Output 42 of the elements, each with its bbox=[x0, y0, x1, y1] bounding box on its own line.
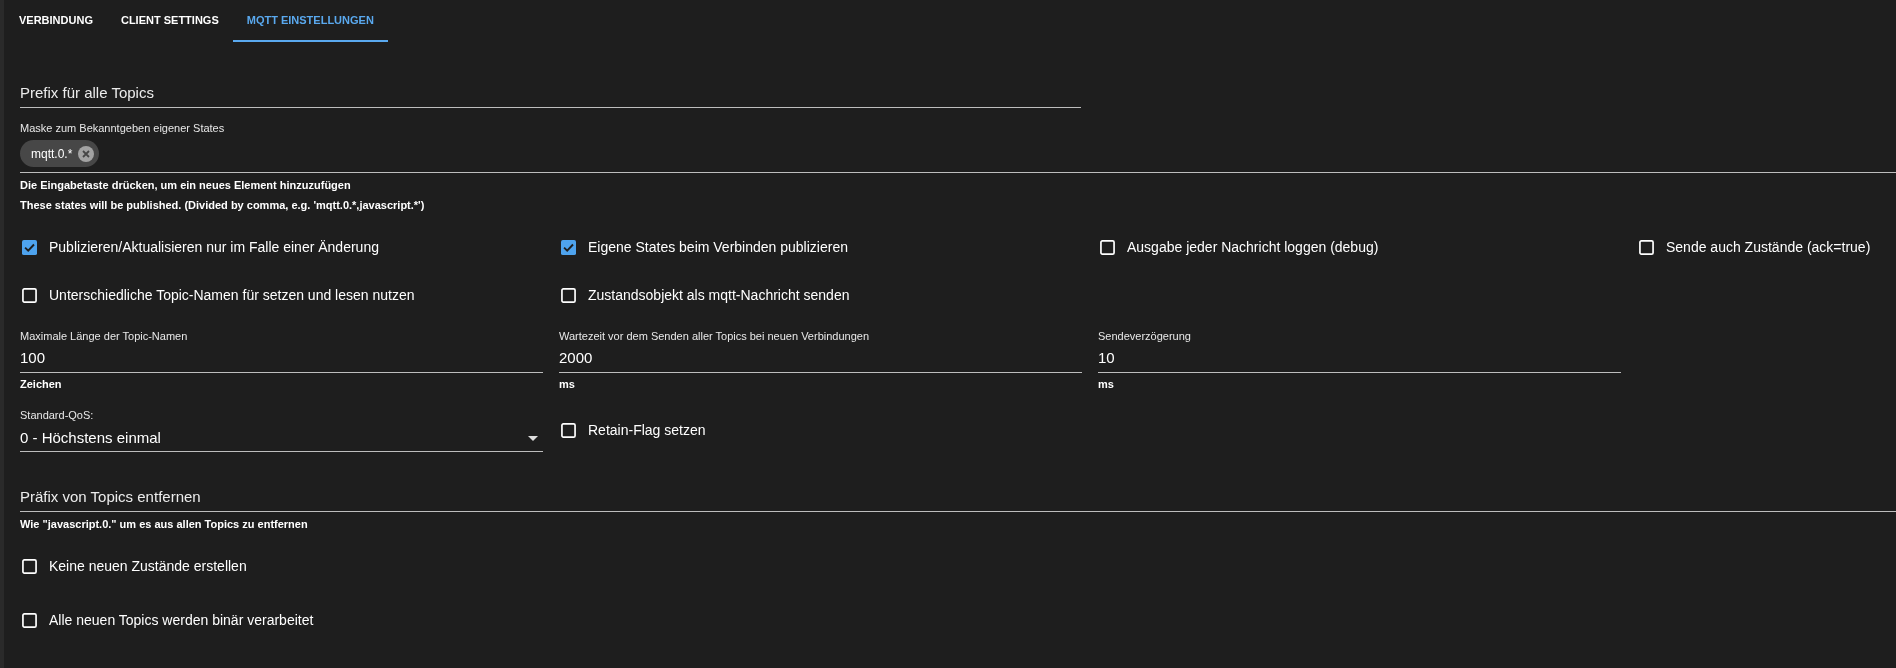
helper-text: These states will be published. (Divided by comma, e.g. 'mqtt.0.*,javascript.*') bbox=[20, 198, 426, 213]
checkbox[interactable] bbox=[1100, 239, 1115, 255]
unit-text: ms bbox=[559, 377, 576, 391]
checkbox-label[interactable]: Ausgabe jeder Nachricht loggen (debug) bbox=[1127, 239, 1379, 255]
checkbox-label[interactable]: Alle neuen Topics werden binär verarbeitet bbox=[49, 612, 314, 628]
tags-input-field[interactable]: mqtt.0.* bbox=[20, 140, 1896, 173]
checkbox-label[interactable]: Eigene States beim Verbinden publizieren bbox=[588, 239, 848, 255]
helper-text: Wie "javascript.0." um es aus allen Topics zu entfernen bbox=[20, 517, 309, 531]
select-field[interactable]: 0 - Höchstens einmal bbox=[20, 428, 543, 452]
helper-text: Die Eingabetaste drücken, um ein neues Element hinzuzufügen bbox=[20, 178, 352, 193]
close-icon[interactable] bbox=[78, 145, 95, 162]
unit-text: ms bbox=[1098, 377, 1115, 391]
tab[interactable]: VERBINDUNG bbox=[5, 0, 107, 42]
tab[interactable]: MQTT EINSTELLUNGEN bbox=[232, 0, 388, 42]
text-input-field[interactable]: Prefix für alle Topics bbox=[20, 83, 1081, 108]
number-input-field[interactable]: 2000 bbox=[559, 348, 1082, 373]
checkbox-label[interactable]: Publizieren/Aktualisieren nur im Falle einer Änderung bbox=[49, 239, 379, 255]
checkbox[interactable] bbox=[22, 558, 37, 574]
checkbox-label[interactable]: Retain-Flag setzen bbox=[588, 422, 706, 438]
field-label: Maximale Länge der Topic-Namen bbox=[20, 329, 189, 343]
field-label: Standard-QoS: bbox=[20, 408, 95, 422]
checkbox-label[interactable]: Zustandsobjekt als mqtt-Nachricht senden bbox=[588, 287, 850, 303]
text-input-field[interactable]: Präfix von Topics entfernen bbox=[20, 487, 1896, 512]
checkbox-label[interactable]: Keine neuen Zustände erstellen bbox=[49, 558, 247, 574]
tag-chip[interactable]: mqtt.0.* bbox=[20, 140, 100, 167]
field-label: Wartezeit vor dem Senden aller Topics bei neuen Verbindungen bbox=[559, 329, 871, 343]
checkbox[interactable] bbox=[561, 422, 576, 438]
checkbox[interactable] bbox=[22, 239, 37, 255]
number-input-field[interactable]: 10 bbox=[1098, 348, 1621, 373]
caret-icon bbox=[528, 435, 538, 441]
checkbox[interactable] bbox=[22, 287, 37, 303]
checkbox-label[interactable]: Sende auch Zustände (ack=true) bbox=[1666, 239, 1871, 255]
number-input-field[interactable]: 100 bbox=[20, 348, 543, 373]
checkbox[interactable] bbox=[561, 239, 576, 255]
checkbox[interactable] bbox=[1639, 239, 1654, 255]
checkbox[interactable] bbox=[561, 287, 576, 303]
field-label: Maske zum Bekanntgeben eigener States bbox=[20, 121, 226, 135]
unit-text: Zeichen bbox=[20, 377, 63, 391]
checkbox-label[interactable]: Unterschiedliche Topic-Namen für setzen und lesen nutzen bbox=[49, 287, 415, 303]
tab[interactable]: CLIENT SETTINGS bbox=[106, 0, 233, 42]
field-label: Sendeverzögerung bbox=[1098, 329, 1192, 343]
checkbox[interactable] bbox=[22, 612, 37, 628]
